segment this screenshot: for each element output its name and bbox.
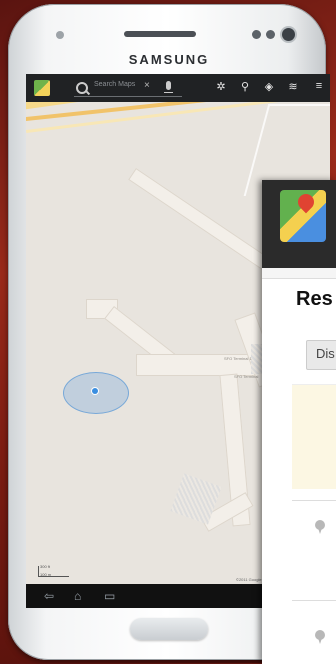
- pin-icon[interactable]: ≋: [286, 80, 300, 93]
- location-pin-icon: [314, 520, 326, 534]
- directions-icon[interactable]: ◈: [262, 80, 276, 93]
- my-location-icon[interactable]: [92, 388, 98, 394]
- distance-button-label: Dis: [316, 346, 335, 361]
- maps-app-icon[interactable]: [34, 80, 50, 96]
- maps-toolbar: Search Maps × ✲ ⚲ ◈ ≋ ≡: [26, 74, 330, 102]
- row-divider: [292, 500, 336, 501]
- places-icon[interactable]: ⚲: [238, 80, 252, 93]
- map-label: SFO Terminal: [234, 374, 259, 379]
- front-camera-icon: [282, 28, 295, 41]
- home-icon[interactable]: ⌂: [74, 589, 81, 603]
- microphone-icon[interactable]: [164, 81, 173, 93]
- clear-icon[interactable]: ×: [144, 80, 150, 91]
- results-header: [262, 180, 336, 268]
- recent-apps-icon[interactable]: ▭: [104, 589, 115, 603]
- search-icon[interactable]: [76, 82, 88, 94]
- location-pin-icon: [314, 630, 326, 644]
- search-underline: [74, 96, 182, 97]
- scale-label: 100 m: [40, 572, 52, 577]
- sensor-icon: [252, 30, 261, 39]
- results-title: Res: [296, 288, 333, 310]
- search-input[interactable]: Search Maps: [94, 81, 144, 88]
- row-divider: [292, 600, 336, 601]
- scale-label: 300 ft: [40, 564, 51, 569]
- hardware-home-button[interactable]: [130, 618, 208, 640]
- layers-icon[interactable]: ✲: [214, 80, 228, 93]
- device-brand: SAMSUNG: [128, 52, 210, 67]
- overflow-menu-icon[interactable]: ≡: [312, 80, 326, 92]
- earpiece-speaker: [124, 31, 196, 37]
- sensor-icon: [266, 30, 275, 39]
- back-icon[interactable]: ⇦: [44, 589, 54, 603]
- list-item[interactable]: [292, 384, 336, 489]
- sensor-icon: [56, 31, 64, 39]
- map-label: SFO Terminal 1: [224, 356, 252, 361]
